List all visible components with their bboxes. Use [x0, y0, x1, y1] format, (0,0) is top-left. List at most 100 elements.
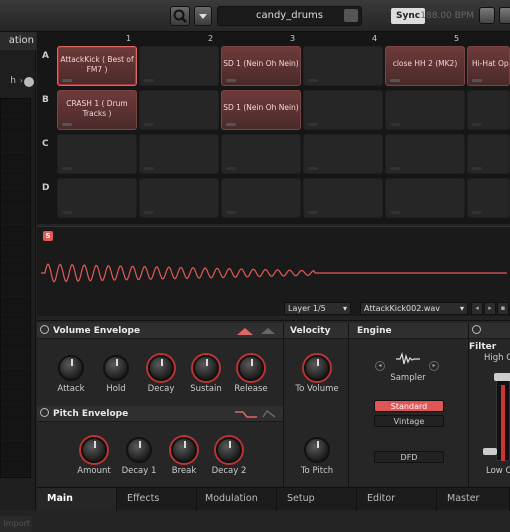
pad-b6[interactable] — [467, 90, 510, 130]
tab-main[interactable]: Main — [37, 488, 117, 511]
pad-indicator — [308, 167, 318, 170]
pad-d6[interactable] — [467, 178, 510, 218]
volume-envelope-title: Volume Envelope — [53, 326, 141, 336]
import-button[interactable]: Import — [0, 516, 32, 532]
clock-icon[interactable] — [24, 77, 34, 87]
column-number: 2 — [208, 34, 214, 43]
tab-modulation[interactable]: Modulation — [197, 488, 277, 511]
decay-2-knob[interactable] — [216, 437, 242, 463]
pad-indicator — [226, 79, 236, 82]
power-icon[interactable] — [472, 325, 481, 334]
sample-menu-button[interactable]: ▪ — [497, 302, 509, 315]
prev-engine-button[interactable]: ◂ — [375, 361, 385, 371]
pad-label: CRASH 1 ( Drum Tracks ) — [66, 99, 128, 118]
sample-select[interactable]: AttackKick002.wav ▾ — [360, 302, 468, 315]
ahd-envelope-icon[interactable] — [237, 328, 253, 335]
browser-header: ation — [0, 32, 36, 50]
tab-editor[interactable]: Editor — [357, 488, 437, 511]
power-icon[interactable] — [40, 325, 49, 334]
release-label: Release — [234, 384, 268, 394]
column-number: 5 — [454, 34, 460, 43]
sample-waveform-view[interactable]: S Layer 1/5 ▾ AttackKick002.wav ▾ ◂ ▸ ▪ — [37, 226, 510, 316]
pad-b5[interactable] — [385, 90, 465, 130]
pad-label: SD 1 (Nein Oh Nein) — [223, 59, 299, 68]
chevron-down-icon: ▾ — [459, 304, 464, 313]
pitch-envelope-shape-icons[interactable] — [235, 409, 277, 419]
search-button[interactable] — [170, 6, 190, 26]
pad-label: AttackKick ( Best of FM7 ) — [60, 55, 134, 74]
pad-a1[interactable]: AttackKick ( Best of FM7 ) — [57, 46, 137, 86]
to-pitch-label: To Pitch — [300, 466, 334, 476]
velocity-header: Velocity — [284, 323, 348, 339]
sampler-icon — [396, 351, 420, 365]
envelope-type-icons[interactable] — [237, 326, 277, 336]
pad-a6[interactable]: Hi-Hat Op — [467, 46, 510, 86]
dfd-mode-button[interactable]: DFD — [374, 451, 444, 463]
pad-c1[interactable] — [57, 134, 137, 174]
release-knob[interactable] — [238, 355, 264, 381]
pad-a4[interactable] — [303, 46, 383, 86]
pad-a5[interactable]: close HH 2 (MK2) — [385, 46, 465, 86]
view-icon[interactable] — [499, 7, 510, 24]
pad-c2[interactable] — [139, 134, 219, 174]
pad-grid: 1 2 3 4 5 A B C D AttackKick ( Best of F… — [37, 32, 510, 224]
pad-b1[interactable]: CRASH 1 ( Drum Tracks ) — [57, 90, 137, 130]
tab-effects[interactable]: Effects — [117, 488, 197, 511]
adsr-envelope-icon[interactable] — [261, 328, 275, 334]
layer-select-value: Layer 1/5 — [288, 304, 326, 313]
tab-master[interactable]: Master — [437, 488, 510, 511]
power-icon[interactable] — [40, 408, 49, 417]
browser-list[interactable] — [0, 98, 31, 478]
pad-indicator — [390, 211, 400, 214]
pad-d1[interactable] — [57, 178, 137, 218]
attack-knob[interactable] — [58, 355, 84, 381]
pad-b4[interactable] — [303, 90, 383, 130]
standard-mode-button[interactable]: Standard — [374, 400, 444, 412]
tab-setup[interactable]: Setup — [277, 488, 357, 511]
pad-d4[interactable] — [303, 178, 383, 218]
pad-c4[interactable] — [303, 134, 383, 174]
column-number: 1 — [126, 34, 132, 43]
next-engine-button[interactable]: ▸ — [429, 361, 439, 371]
next-sample-button[interactable]: ▸ — [484, 302, 496, 315]
pad-c3[interactable] — [221, 134, 301, 174]
decay-1-knob[interactable] — [126, 437, 152, 463]
pad-indicator — [226, 211, 236, 214]
settings-icon[interactable] — [479, 7, 495, 24]
decay-knob[interactable] — [148, 355, 174, 381]
pad-b3[interactable]: SD 1 (Nein Oh Nein) — [221, 90, 301, 130]
filter-low-handle[interactable] — [483, 448, 497, 455]
row-label: C — [42, 139, 49, 149]
pad-indicator — [144, 211, 154, 214]
sustain-knob[interactable] — [193, 355, 219, 381]
decay-2-label: Decay 2 — [211, 466, 247, 476]
menu-button[interactable] — [194, 6, 212, 26]
pad-a2[interactable] — [139, 46, 219, 86]
pad-d2[interactable] — [139, 178, 219, 218]
pad-d5[interactable] — [385, 178, 465, 218]
filter-high-handle[interactable] — [494, 373, 510, 381]
hold-knob[interactable] — [103, 355, 129, 381]
pad-a3[interactable]: SD 1 (Nein Oh Nein) — [221, 46, 301, 86]
pad-indicator — [308, 123, 318, 126]
pad-d3[interactable] — [221, 178, 301, 218]
sample-select-value: AttackKick002.wav — [364, 304, 441, 313]
layer-select[interactable]: Layer 1/5 ▾ — [284, 302, 351, 315]
search-icon — [173, 9, 187, 23]
amount-knob[interactable] — [81, 437, 107, 463]
pad-c5[interactable] — [385, 134, 465, 174]
pad-indicator — [308, 211, 318, 214]
velocity-to-volume-knob[interactable] — [304, 355, 330, 381]
break-knob[interactable] — [171, 437, 197, 463]
velocity-to-pitch-knob[interactable] — [304, 437, 330, 463]
pad-indicator — [144, 123, 154, 126]
pad-c6[interactable] — [467, 134, 510, 174]
high-cut-label: High C — [484, 353, 510, 363]
browser-filter-select[interactable]: h › — [0, 76, 36, 90]
chevron-down-icon: ▾ — [342, 304, 347, 313]
vintage-mode-button[interactable]: Vintage — [374, 415, 444, 427]
folder-icon[interactable] — [344, 9, 358, 22]
kit-name-field[interactable]: candy_drums — [217, 6, 362, 26]
pad-b2[interactable] — [139, 90, 219, 130]
prev-sample-button[interactable]: ◂ — [471, 302, 483, 315]
